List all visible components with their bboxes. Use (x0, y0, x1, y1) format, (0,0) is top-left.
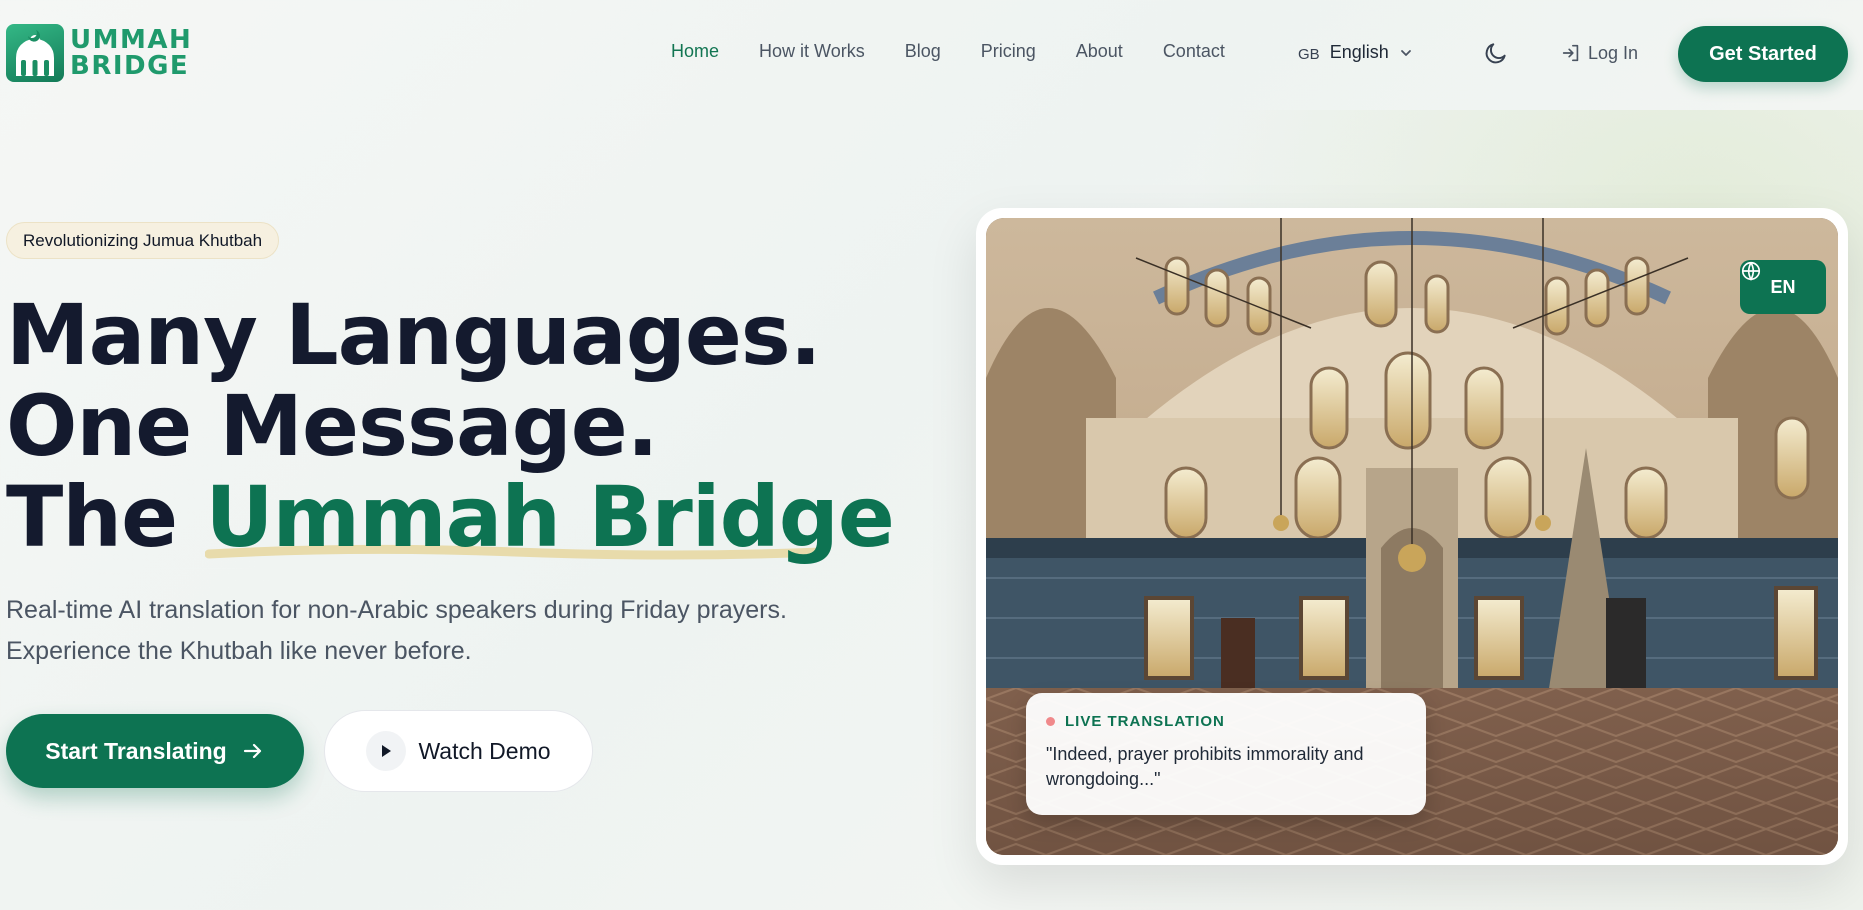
play-icon (382, 745, 392, 757)
get-started-button[interactable]: Get Started (1678, 26, 1848, 82)
hero-badge: Revolutionizing Jumua Khutbah (6, 222, 280, 259)
arrow-right-icon (243, 743, 261, 759)
brand-line-2: BRIDGE (70, 51, 190, 81)
start-translating-button[interactable]: Start Translating (6, 714, 304, 788)
nav-link-contact[interactable]: Contact (1163, 41, 1225, 62)
theme-toggle[interactable] (1483, 40, 1509, 66)
live-translation-quote: "Indeed, prayer prohibits immorality and… (1046, 744, 1364, 789)
brand-logo[interactable]: UMMAH BRIDGE (6, 24, 192, 82)
mosque-logo-icon (6, 24, 64, 82)
chevron-down-icon (1400, 49, 1411, 56)
language-label: English (1329, 42, 1389, 62)
live-indicator-dot (1046, 717, 1055, 726)
live-translation-label: LIVE TRANSLATION (1065, 713, 1225, 730)
live-translation-header: LIVE TRANSLATION (1046, 713, 1406, 730)
live-translation-card: LIVE TRANSLATION "Indeed, prayer prohibi… (1026, 693, 1426, 815)
login-link[interactable]: Log In (1560, 42, 1638, 64)
hero-subtitle: Real-time AI translation for non-Arabic … (6, 590, 886, 672)
nav-link-home[interactable]: Home (671, 41, 719, 62)
watch-demo-button[interactable]: Watch Demo (324, 710, 593, 792)
language-pill[interactable]: EN (1740, 260, 1826, 314)
language-flag: GB (1298, 45, 1320, 63)
language-pill-label: EN (1770, 276, 1796, 297)
top-navigation: UMMAH BRIDGE Home How it Works Blog Pric… (0, 0, 1863, 106)
login-icon (1562, 44, 1579, 62)
nav-link-how-it-works[interactable]: How it Works (759, 41, 865, 62)
headline-line-3: The Ummah Bridge (6, 472, 895, 563)
login-label: Log In (1588, 42, 1639, 63)
headline-accent: Ummah Bridge (205, 468, 895, 566)
brand-line-1: UMMAH (70, 25, 193, 55)
subtitle-line-1: Real-time AI translation for non-Arabic … (6, 596, 787, 624)
language-selector[interactable]: GB English (1298, 42, 1413, 63)
preview-card: EN LIVE TRANSLATION "Indeed, prayer proh… (976, 208, 1848, 865)
brand-wordmark: UMMAH BRIDGE (70, 27, 192, 79)
nav-link-pricing[interactable]: Pricing (981, 41, 1036, 62)
headline-line-3-prefix: The (6, 468, 206, 566)
globe-icon (1741, 261, 1761, 281)
play-icon-wrapper (366, 731, 407, 771)
mosque-interior-image: EN LIVE TRANSLATION "Indeed, prayer proh… (986, 218, 1838, 855)
nav-link-about[interactable]: About (1076, 41, 1123, 62)
moon-icon (1485, 43, 1506, 64)
nav-links: Home How it Works Blog Pricing About Con… (671, 41, 1265, 62)
headline-accent-text: Ummah Bridge (205, 468, 894, 566)
headline-line-2: One Message. (6, 377, 659, 475)
hero-headline: Many Languages. One Message. The Ummah B… (6, 286, 895, 563)
start-translating-label: Start Translating (45, 737, 227, 764)
subtitle-line-2: Experience the Khutbah like never before… (6, 637, 472, 665)
headline-line-1: Many Languages. (6, 286, 822, 384)
watch-demo-label: Watch Demo (418, 737, 551, 764)
nav-link-blog[interactable]: Blog (905, 41, 941, 62)
